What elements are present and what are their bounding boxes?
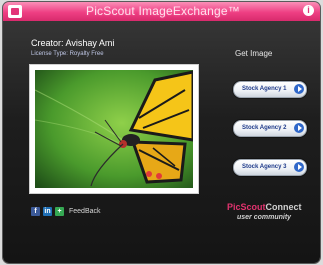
get-image-heading: Get Image [235,49,273,58]
picscout-connect-logo: PicScoutConnect [227,202,302,213]
brand-subtitle: user community [237,214,292,221]
stock-agency-3-button[interactable]: Stock Agency 3 [233,159,307,176]
arrow-right-icon [294,162,304,172]
stock-agency-2-label: Stock Agency 2 [242,125,287,131]
facebook-icon[interactable]: f [31,207,40,216]
stock-agency-2-button[interactable]: Stock Agency 2 [233,120,307,137]
stock-agency-3-label: Stock Agency 3 [242,164,287,170]
picscout-window: PicScout ImageExchange™ i Creator: Avish… [3,2,320,263]
arrow-right-icon [294,123,304,133]
title-bar: PicScout ImageExchange™ i [3,2,320,21]
creator-label: Creator: Avishay Ami [31,38,115,48]
info-close-icon[interactable]: i [303,5,314,16]
license-type-label: License Type: Royalty Free [31,51,104,57]
plus-icon[interactable]: + [55,207,64,216]
stock-agency-1-button[interactable]: Stock Agency 1 [233,81,307,98]
image-preview [29,64,199,194]
window-title: PicScout ImageExchange™ [85,4,240,18]
stock-agency-1-label: Stock Agency 1 [242,86,287,92]
picscout-logo-icon [8,5,22,18]
brand-part-2: Connect [265,202,302,212]
arrow-right-icon [294,84,304,94]
feedback-link[interactable]: FeedBack [69,208,101,216]
butterfly-photo [35,70,193,188]
brand-part-1: PicScout [227,202,266,212]
linkedin-icon[interactable]: in [43,207,52,216]
